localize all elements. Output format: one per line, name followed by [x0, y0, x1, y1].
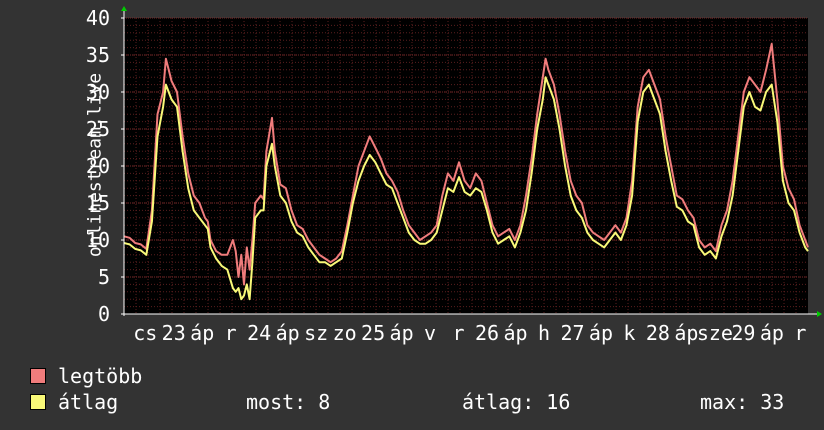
- y-axis-arrow: [121, 6, 127, 11]
- x-tick-label: r: [794, 321, 806, 345]
- x-tick-label: sz: [304, 321, 328, 345]
- x-tick-label: 29: [731, 321, 755, 345]
- x-tick-label: 24: [247, 321, 271, 345]
- x-tick-label: h: [538, 321, 550, 345]
- x-tick-label: áp: [674, 321, 698, 345]
- x-tick-label: áp: [503, 321, 527, 345]
- x-tick-label: áp: [390, 321, 414, 345]
- x-tick-label: áp: [190, 321, 214, 345]
- stat-now: most: 8: [246, 390, 331, 414]
- legend-item-avg: átlag: [30, 390, 118, 414]
- x-tick-label: k: [623, 321, 635, 345]
- x-tick-label: áp: [589, 321, 613, 345]
- legend-item-max: legtöbb: [30, 364, 142, 388]
- legend-swatch-max: [30, 368, 46, 384]
- x-tick-label: áp: [760, 321, 784, 345]
- y-tick-label: 35: [86, 43, 110, 67]
- x-tick-label: sze: [697, 321, 733, 345]
- x-tick-label: 26: [475, 321, 499, 345]
- x-tick-label: cs: [133, 321, 157, 345]
- x-axis-arrow: [817, 311, 822, 317]
- y-tick-label: 40: [86, 6, 110, 30]
- y-axis-label: onlinestream.live: [84, 72, 106, 258]
- legend-swatch-avg: [30, 394, 46, 410]
- y-tick-label: 0: [98, 302, 110, 326]
- x-tick-label: 28: [646, 321, 670, 345]
- y-tick-label: 5: [98, 265, 110, 289]
- x-tick-label: 25: [361, 321, 385, 345]
- x-tick-label: v: [424, 321, 436, 345]
- legend-label-avg: átlag: [58, 390, 119, 414]
- stat-max: max: 33: [700, 390, 785, 414]
- legend-label-max: legtöbb: [58, 364, 143, 388]
- x-tick-label: 27: [560, 321, 584, 345]
- x-tick-label: r: [453, 321, 465, 345]
- x-tick-label: áp: [276, 321, 300, 345]
- x-tick-label: zo: [333, 321, 357, 345]
- x-tick-label: r: [225, 321, 237, 345]
- stat-average: átlag: 16: [462, 390, 571, 414]
- x-tick-label: 23: [162, 321, 186, 345]
